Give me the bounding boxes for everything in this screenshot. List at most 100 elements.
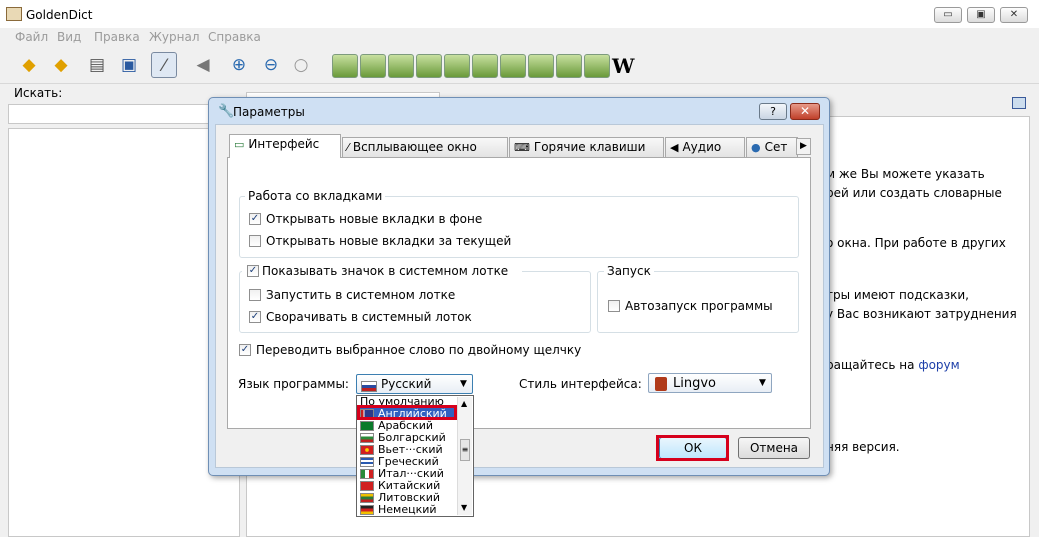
scroll-down-icon[interactable]: ▼ bbox=[461, 503, 467, 512]
autostart-label: Автозапуск программы bbox=[625, 299, 773, 313]
open-background-checkbox[interactable]: ✓ bbox=[249, 213, 261, 225]
article-line: рей или создать словарные bbox=[826, 186, 1002, 200]
tab-scroll-right-button[interactable]: ▶ bbox=[796, 138, 811, 155]
chevron-down-icon: ▼ bbox=[759, 378, 766, 388]
style-label: Стиль интерфейса: bbox=[519, 377, 642, 391]
start-in-tray-label: Запустить в системном лотке bbox=[266, 288, 456, 302]
dialog-title: Параметры bbox=[233, 105, 305, 119]
open-after-current-checkbox[interactable] bbox=[249, 235, 261, 247]
tab-hotkeys[interactable]: ⌨ Горячие клавиши bbox=[509, 137, 664, 157]
dictionary-book-icon[interactable] bbox=[556, 54, 582, 78]
flag-icon bbox=[360, 445, 374, 455]
language-value: Русский bbox=[381, 377, 432, 391]
minimize-to-tray-label: Сворачивать в системный лоток bbox=[266, 310, 472, 324]
forum-link[interactable]: форум bbox=[918, 358, 959, 372]
flag-icon bbox=[360, 433, 374, 443]
article-line: няя версия. bbox=[826, 440, 900, 454]
dictionary-window-icon[interactable] bbox=[1012, 97, 1026, 109]
tray-group-label: Показывать значок в системном лотке bbox=[242, 264, 522, 278]
language-label: Язык программы: bbox=[238, 377, 349, 391]
scan-popup-icon[interactable]: ⁄ bbox=[151, 52, 177, 78]
speaker-icon: ◀ bbox=[670, 141, 679, 154]
article-line: м же Вы можете указать bbox=[826, 167, 985, 181]
globe-icon: ● bbox=[751, 141, 761, 154]
minimize-button[interactable]: ▭ bbox=[934, 7, 962, 23]
flag-icon bbox=[360, 421, 374, 431]
style-combo[interactable]: Lingvo ▼ bbox=[648, 373, 772, 393]
flag-icon bbox=[360, 457, 374, 467]
save-icon[interactable]: ▣ bbox=[116, 52, 142, 78]
language-combo[interactable]: Русский ▼ bbox=[356, 374, 473, 394]
style-value: Lingvo bbox=[673, 376, 716, 391]
menu-file[interactable]: Файл bbox=[15, 30, 48, 44]
chevron-down-icon: ▼ bbox=[460, 379, 467, 389]
article-line: у Вас возникают затруднения bbox=[826, 307, 1017, 321]
dictionary-book-icon[interactable] bbox=[360, 54, 386, 78]
search-label: Искать: bbox=[14, 86, 63, 100]
dialog-close-button[interactable]: ✕ bbox=[790, 103, 820, 120]
menu-history[interactable]: Журнал bbox=[149, 30, 200, 44]
dictionary-book-icon[interactable] bbox=[584, 54, 610, 78]
article-line: тры имеют подсказки, bbox=[826, 288, 969, 302]
print-icon[interactable]: ▤ bbox=[84, 52, 110, 78]
wikipedia-icon[interactable]: W bbox=[612, 54, 634, 78]
maximize-button[interactable]: ▣ bbox=[967, 7, 995, 23]
flag-icon bbox=[360, 493, 374, 503]
dictionary-book-icon[interactable] bbox=[500, 54, 526, 78]
menu-edit[interactable]: Правка bbox=[94, 30, 140, 44]
dictionary-book-icon[interactable] bbox=[444, 54, 470, 78]
cancel-button[interactable]: Отмена bbox=[738, 437, 810, 459]
dropdown-option[interactable]: Немецкий bbox=[360, 504, 456, 516]
dictionary-book-icon[interactable] bbox=[528, 54, 554, 78]
ok-highlight-box bbox=[656, 435, 729, 461]
double-click-translate-label: Переводить выбранное слово по двойному щ… bbox=[256, 343, 582, 357]
menu-help[interactable]: Справка bbox=[208, 30, 261, 44]
flag-icon bbox=[360, 481, 374, 491]
minimize-to-tray-checkbox[interactable]: ✓ bbox=[249, 311, 261, 323]
tabs-group bbox=[239, 196, 799, 258]
tabs-group-label: Работа со вкладками bbox=[245, 189, 386, 203]
dictionary-book-icon[interactable] bbox=[416, 54, 442, 78]
tab-audio[interactable]: ◀ Аудио bbox=[665, 137, 745, 157]
article-line: ращайтесь на форум bbox=[826, 358, 960, 372]
dictionary-book-icon[interactable] bbox=[388, 54, 414, 78]
menu-view[interactable]: Вид bbox=[57, 30, 81, 44]
search-input[interactable] bbox=[8, 104, 240, 124]
close-window-button[interactable]: ✕ bbox=[1000, 7, 1028, 23]
title-bar bbox=[0, 0, 1039, 30]
scroll-thumb[interactable]: ≡ bbox=[460, 439, 470, 461]
zoom-reset-icon[interactable]: ○ bbox=[288, 52, 314, 78]
dictionary-book-icon[interactable] bbox=[332, 54, 358, 78]
russia-flag-icon bbox=[361, 381, 377, 392]
scroll-up-icon[interactable]: ▲ bbox=[461, 399, 467, 408]
open-after-current-label: Открывать новые вкладки за текущей bbox=[266, 234, 512, 248]
flag-icon bbox=[360, 469, 374, 479]
tab-popup[interactable]: ⁄ Всплывающее окно bbox=[342, 137, 508, 157]
lingvo-book-icon bbox=[655, 377, 667, 391]
open-background-label: Открывать новые вкладки в фоне bbox=[266, 212, 483, 226]
article-line: о окна. При работе в других bbox=[826, 236, 1006, 250]
keyboard-icon: ⌨ bbox=[514, 141, 530, 154]
sound-icon[interactable]: ◀ bbox=[190, 52, 216, 78]
tab-interface[interactable]: ▭ Интерфейс bbox=[229, 134, 341, 158]
forward-icon[interactable]: ◆ bbox=[48, 52, 74, 78]
wand-icon: ⁄ bbox=[347, 141, 349, 154]
word-list[interactable] bbox=[8, 128, 240, 537]
back-icon[interactable]: ◆ bbox=[16, 52, 42, 78]
wrench-icon: 🔧 bbox=[218, 104, 235, 119]
start-in-tray-checkbox[interactable] bbox=[249, 289, 261, 301]
zoom-in-icon[interactable]: ⊕ bbox=[226, 52, 252, 78]
tab-network[interactable]: ● Сет bbox=[746, 137, 798, 157]
app-title: GoldenDict bbox=[26, 8, 93, 22]
autostart-checkbox[interactable] bbox=[608, 300, 620, 312]
monitor-icon: ▭ bbox=[234, 138, 245, 151]
show-tray-icon-checkbox[interactable]: ✓ bbox=[247, 265, 259, 277]
flag-icon bbox=[360, 505, 374, 515]
dropdown-scrollbar[interactable]: ▲ ≡ ▼ bbox=[457, 397, 472, 515]
double-click-translate-checkbox[interactable]: ✓ bbox=[239, 344, 251, 356]
dictionary-book-icon[interactable] bbox=[472, 54, 498, 78]
help-button[interactable]: ? bbox=[759, 103, 787, 120]
app-book-icon bbox=[6, 7, 22, 21]
zoom-out-icon[interactable]: ⊖ bbox=[258, 52, 284, 78]
english-highlight-box bbox=[357, 405, 457, 420]
